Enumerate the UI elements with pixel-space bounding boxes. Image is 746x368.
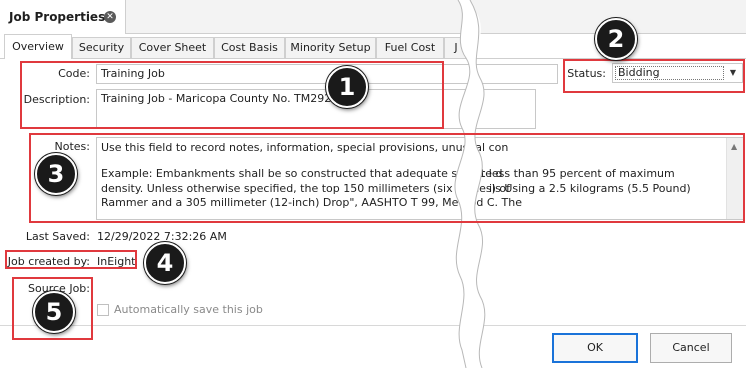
tab-fuel-cost[interactable]: Fuel Cost xyxy=(376,37,444,58)
callout-box-2 xyxy=(563,59,745,93)
callout-badge-2: 2 xyxy=(595,18,637,60)
bottom-divider xyxy=(0,325,746,326)
document-tab-job-properties[interactable]: Job Properties ✕ xyxy=(0,0,126,34)
auto-save-label[interactable]: Automatically save this job xyxy=(114,303,263,316)
callout-box-1 xyxy=(20,61,444,129)
close-icon[interactable]: ✕ xyxy=(104,11,116,23)
callout-badge-1: 1 xyxy=(326,66,368,108)
callout-badge-5: 5 xyxy=(33,291,75,333)
callout-box-4 xyxy=(5,250,137,269)
tab-overview[interactable]: Overview xyxy=(4,34,72,59)
callout-box-3 xyxy=(29,133,745,223)
auto-save-checkbox[interactable] xyxy=(97,304,109,316)
window-title: Job Properties xyxy=(9,10,106,24)
tab-security[interactable]: Security xyxy=(72,37,131,58)
callout-badge-3: 3 xyxy=(35,153,77,195)
tab-cost-basis[interactable]: Cost Basis xyxy=(214,37,285,58)
last-saved-value: 12/29/2022 7:32:26 AM xyxy=(97,230,227,243)
tab-cover-sheet[interactable]: Cover Sheet xyxy=(131,37,214,58)
cancel-button[interactable]: Cancel xyxy=(650,333,732,363)
tab-truncated[interactable]: J xyxy=(444,37,468,58)
ok-button[interactable]: OK xyxy=(552,333,638,363)
callout-badge-4: 4 xyxy=(144,242,186,284)
tab-minority-setup[interactable]: Minority Setup xyxy=(285,37,376,58)
last-saved-label: Last Saved: xyxy=(25,230,90,243)
